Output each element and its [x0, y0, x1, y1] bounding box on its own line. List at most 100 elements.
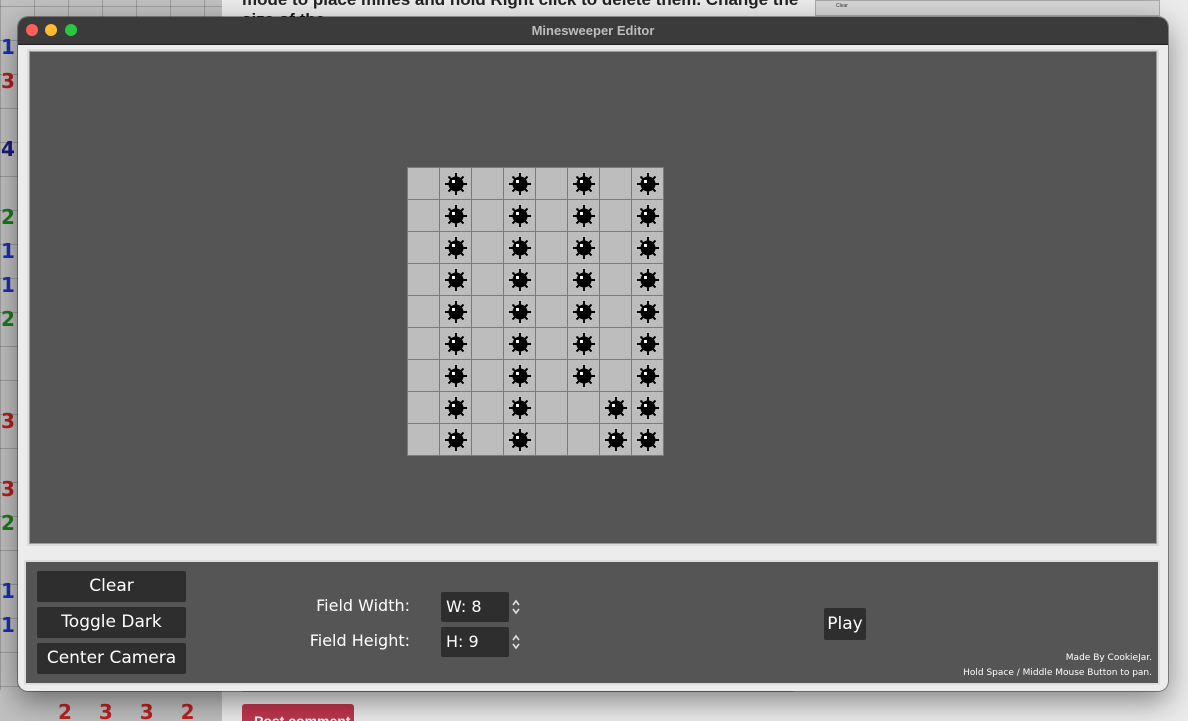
- background-post-comment-button[interactable]: Post comment: [242, 704, 354, 721]
- background-number: 1: [1, 579, 15, 603]
- title-bar[interactable]: Minesweeper Editor: [18, 17, 1168, 45]
- grid-cell[interactable]: [536, 392, 568, 424]
- grid-cell[interactable]: [600, 232, 632, 264]
- field-height-input[interactable]: H: 9: [441, 627, 509, 657]
- grid-cell[interactable]: [408, 360, 440, 392]
- field-width-label: Field Width:: [316, 596, 410, 615]
- grid-cell[interactable]: [600, 360, 632, 392]
- editor-viewport[interactable]: [27, 49, 1159, 546]
- grid-cell[interactable]: [536, 296, 568, 328]
- grid-cell[interactable]: [472, 200, 504, 232]
- grid-cell[interactable]: [632, 296, 664, 328]
- grid-cell[interactable]: [504, 328, 536, 360]
- grid-cell[interactable]: [568, 264, 600, 296]
- toggle-dark-mode-button[interactable]: Toggle Dark Mode: [37, 607, 186, 663]
- grid-cell[interactable]: [440, 168, 472, 200]
- grid-cell[interactable]: [408, 168, 440, 200]
- grid-cell[interactable]: [568, 296, 600, 328]
- grid-cell[interactable]: [472, 232, 504, 264]
- grid-cell[interactable]: [504, 264, 536, 296]
- grid-cell[interactable]: [536, 232, 568, 264]
- grid-cell[interactable]: [408, 424, 440, 456]
- grid-cell[interactable]: [632, 200, 664, 232]
- grid-cell[interactable]: [632, 232, 664, 264]
- grid-cell[interactable]: [536, 424, 568, 456]
- grid-cell[interactable]: [632, 360, 664, 392]
- grid-cell[interactable]: [472, 392, 504, 424]
- grid-cell[interactable]: [568, 200, 600, 232]
- grid-cell[interactable]: [536, 328, 568, 360]
- mine-icon: [507, 235, 533, 261]
- grid-cell[interactable]: [632, 168, 664, 200]
- grid-cell[interactable]: [632, 328, 664, 360]
- grid-cell[interactable]: [504, 232, 536, 264]
- grid-cell[interactable]: [504, 392, 536, 424]
- grid-cell[interactable]: [472, 360, 504, 392]
- mine-icon: [635, 203, 661, 229]
- mine-icon: [635, 395, 661, 421]
- grid-cell[interactable]: [504, 296, 536, 328]
- grid-cell[interactable]: [504, 168, 536, 200]
- background-number: [1, 370, 19, 404]
- grid-cell[interactable]: [632, 424, 664, 456]
- mine-icon: [443, 235, 469, 261]
- mine-icon: [507, 395, 533, 421]
- grid-cell[interactable]: [600, 264, 632, 296]
- mine-icon: [443, 331, 469, 357]
- field-width-input[interactable]: W: 8: [441, 592, 509, 622]
- grid-cell[interactable]: [504, 424, 536, 456]
- field-width-stepper-icon[interactable]: [510, 598, 522, 616]
- grid-cell[interactable]: [632, 392, 664, 424]
- mine-icon: [443, 395, 469, 421]
- grid-cell[interactable]: [440, 200, 472, 232]
- grid-cell[interactable]: [472, 168, 504, 200]
- grid-cell[interactable]: [600, 328, 632, 360]
- grid-cell[interactable]: [600, 296, 632, 328]
- clear-button[interactable]: Clear: [37, 571, 186, 602]
- grid-cell[interactable]: [568, 424, 600, 456]
- grid-cell[interactable]: [408, 232, 440, 264]
- grid-cell[interactable]: [568, 328, 600, 360]
- grid-cell[interactable]: [600, 392, 632, 424]
- grid-cell[interactable]: [504, 360, 536, 392]
- grid-cell[interactable]: [408, 200, 440, 232]
- grid-cell[interactable]: [472, 424, 504, 456]
- grid-cell[interactable]: [600, 200, 632, 232]
- grid-cell[interactable]: [440, 424, 472, 456]
- mine-icon: [603, 395, 629, 421]
- grid-cell[interactable]: [536, 200, 568, 232]
- grid-cell[interactable]: [408, 264, 440, 296]
- grid-cell[interactable]: [472, 264, 504, 296]
- background-number: 2: [1, 307, 15, 331]
- play-button[interactable]: Play: [824, 608, 866, 640]
- center-camera-button[interactable]: Center Camera: [37, 643, 186, 674]
- grid-cell[interactable]: [440, 392, 472, 424]
- grid-cell[interactable]: [440, 328, 472, 360]
- grid-cell[interactable]: [472, 328, 504, 360]
- grid-cell[interactable]: [568, 232, 600, 264]
- grid-cell[interactable]: [600, 424, 632, 456]
- grid-cell[interactable]: [472, 296, 504, 328]
- grid-cell[interactable]: [568, 392, 600, 424]
- grid-cell[interactable]: [408, 296, 440, 328]
- mine-icon: [635, 299, 661, 325]
- grid-cell[interactable]: [440, 296, 472, 328]
- mine-icon: [507, 299, 533, 325]
- mine-icon: [443, 299, 469, 325]
- grid-cell[interactable]: [440, 232, 472, 264]
- grid-cell[interactable]: [504, 200, 536, 232]
- background-number: [1, 166, 19, 200]
- grid-cell[interactable]: [536, 168, 568, 200]
- grid-cell[interactable]: [408, 328, 440, 360]
- grid-cell[interactable]: [536, 264, 568, 296]
- field-height-stepper-icon[interactable]: [510, 633, 522, 651]
- grid-cell[interactable]: [600, 168, 632, 200]
- grid-cell[interactable]: [440, 360, 472, 392]
- grid-cell[interactable]: [536, 360, 568, 392]
- minefield-grid[interactable]: [407, 167, 664, 456]
- grid-cell[interactable]: [408, 392, 440, 424]
- grid-cell[interactable]: [568, 360, 600, 392]
- grid-cell[interactable]: [632, 264, 664, 296]
- grid-cell[interactable]: [568, 168, 600, 200]
- grid-cell[interactable]: [440, 264, 472, 296]
